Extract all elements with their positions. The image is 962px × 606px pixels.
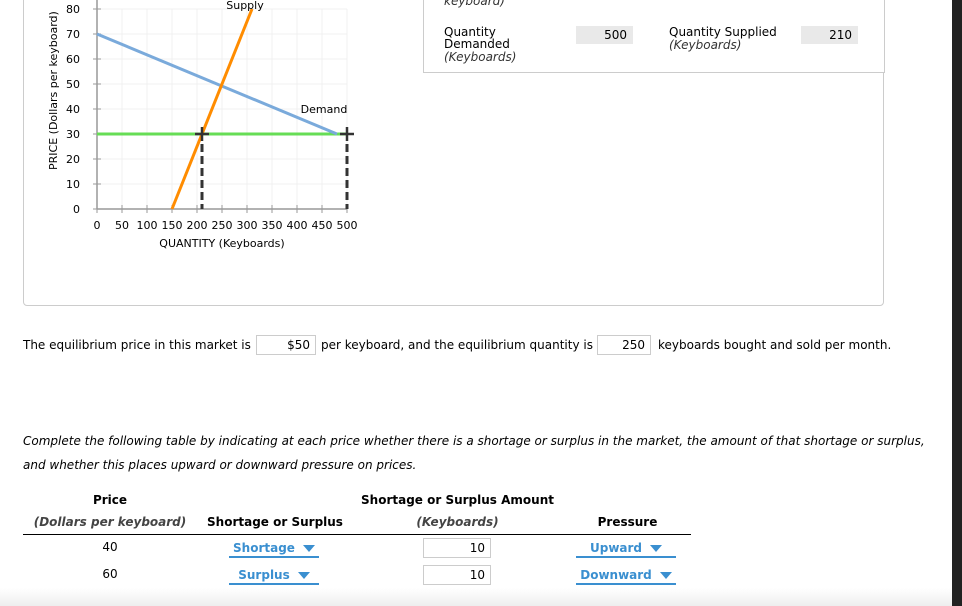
x-tick-label: 200	[187, 219, 208, 232]
y-tick-label: 20	[66, 153, 80, 166]
y-tick-label: 10	[66, 178, 80, 191]
info-panel: keyboard) Quantity Demanded (Keyboards) …	[423, 0, 885, 73]
dropdown-value: Upward	[589, 541, 643, 555]
y-tick-label: 40	[66, 103, 80, 116]
qd-label: Quantity Demanded	[444, 25, 510, 51]
supply-demand-chart[interactable]: PRICE (Dollars per keyboard) QUANTITY (K…	[0, 0, 420, 260]
y-tick-label: 30	[66, 128, 80, 141]
instructions: Complete the following table by indicati…	[23, 434, 925, 472]
dropdown-value: Surplus	[238, 568, 290, 582]
col-type: Shortage or Surplus	[207, 515, 343, 529]
header-divider	[23, 534, 691, 535]
qs-unit: (Keyboards)	[669, 38, 742, 52]
dropdown-value: Downward	[580, 568, 652, 582]
row-price: 60	[102, 567, 118, 581]
x-tick-label: 100	[137, 219, 158, 232]
qs-value: 210	[801, 26, 858, 44]
col-price: Price	[92, 493, 128, 507]
col-pressure: Pressure	[597, 515, 658, 529]
equilibrium-price-input[interactable]: $50	[256, 335, 316, 355]
x-tick-label: 50	[115, 219, 129, 232]
x-tick-label: 400	[287, 219, 308, 232]
chevron-down-icon	[297, 572, 310, 579]
x-tick-label: 150	[162, 219, 183, 232]
chevron-down-icon	[302, 545, 315, 552]
amount-input[interactable]: 10	[423, 565, 491, 585]
qd-value: 500	[576, 26, 633, 44]
sentence-part2: per keyboard, and the equilibrium quanti…	[321, 338, 593, 352]
sentence-part3: keyboards bought and sold per month.	[658, 338, 892, 352]
shortage-surplus-dropdown[interactable]: Surplus	[229, 567, 319, 585]
plus-marker	[340, 127, 354, 141]
amount-input[interactable]: 10	[423, 538, 491, 558]
x-tick-label: 350	[262, 219, 283, 232]
x-tick-label: 500	[337, 219, 358, 232]
supply-label: Supply	[226, 0, 264, 12]
sentence-part1: The equilibrium price in this market is	[23, 338, 251, 352]
y-tick-label: 60	[66, 53, 80, 66]
y-tick-label: 80	[66, 3, 80, 16]
dropdown-value: Shortage	[233, 541, 295, 555]
col-price-unit: (Dollars per keyboard)	[33, 515, 187, 529]
window-edge	[952, 0, 962, 606]
y-axis-label: PRICE (Dollars per keyboard)	[47, 11, 60, 170]
price-unit-label: keyboard)	[444, 0, 505, 8]
x-tick-label: 450	[312, 219, 333, 232]
bottom-shadow	[0, 588, 962, 606]
x-tick-label: 0	[94, 219, 101, 232]
chevron-down-icon	[650, 545, 663, 552]
demand-label: Demand	[301, 103, 348, 116]
col-amount: Shortage or Surplus Amount	[361, 493, 554, 507]
qs-label: Quantity Supplied	[669, 25, 777, 39]
chevron-down-icon	[659, 572, 672, 579]
x-tick-label: 250	[212, 219, 233, 232]
y-tick-label: 50	[66, 78, 80, 91]
pressure-dropdown[interactable]: Upward	[576, 540, 676, 558]
col-amount-unit: (Keyboards)	[416, 515, 499, 529]
x-axis-label: QUANTITY (Keyboards)	[159, 237, 284, 250]
qd-unit: (Keyboards)	[444, 50, 517, 64]
row-price: 40	[102, 540, 118, 554]
y-tick-label: 70	[66, 28, 80, 41]
pressure-dropdown[interactable]: Downward	[576, 567, 676, 585]
equilibrium-quantity-input[interactable]: 250	[597, 335, 651, 355]
y-tick-label: 0	[73, 203, 80, 216]
x-tick-label: 300	[237, 219, 258, 232]
shortage-surplus-dropdown[interactable]: Shortage	[229, 540, 319, 558]
